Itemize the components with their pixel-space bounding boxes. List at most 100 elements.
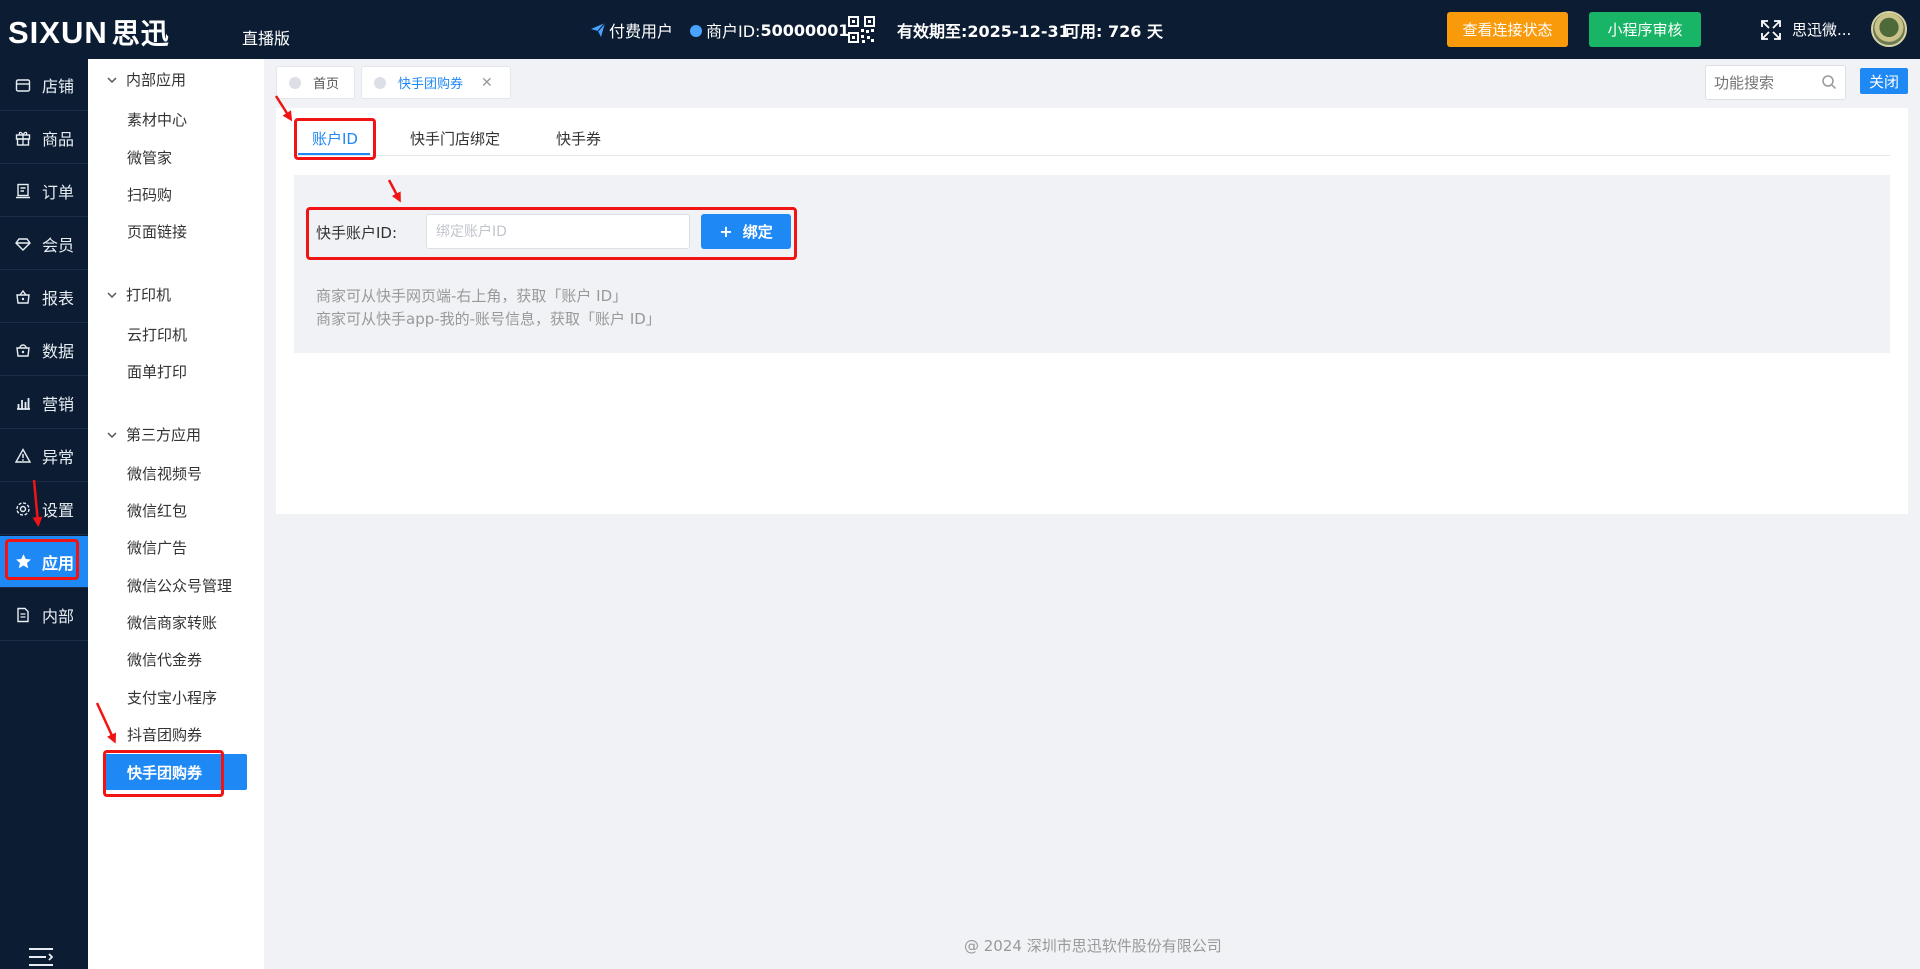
nav-item-goods[interactable]: 商品 [0, 112, 88, 164]
submenu-item-cloud-printer[interactable]: 云打印机 [127, 324, 187, 345]
submenu-item-alipay-mini[interactable]: 支付宝小程序 [127, 687, 217, 708]
nav-label: 设置 [42, 500, 75, 520]
hint-text: 商家可从快手app-我的-账号信息，获取「账户 ID」 [316, 310, 661, 328]
submenu-item-douyin-coupon[interactable]: 抖音团购券 [127, 724, 202, 745]
nav-item-reports[interactable]: 报表 [0, 271, 88, 323]
chevron-down-icon [107, 291, 117, 298]
available-days-value: 726 天 [1107, 22, 1163, 41]
user-type-label: 付费用户 [609, 22, 674, 41]
search-icon[interactable] [1821, 74, 1837, 90]
submenu-item-wei-manager[interactable]: 微管家 [127, 147, 172, 168]
order-icon [13, 181, 33, 201]
store-icon [13, 75, 33, 95]
nav-item-marketing[interactable]: 营销 [0, 377, 88, 429]
view-connection-status-button[interactable]: 查看连接状态 [1447, 12, 1568, 47]
merchant-id: 商户ID: 50000001 [688, 18, 850, 42]
nav-item-orders[interactable]: 订单 [0, 165, 88, 217]
group-title-label: 第三方应用 [126, 426, 202, 444]
page-tab-kuaishou-coupon[interactable]: 快手团购券 ✕ [361, 66, 511, 99]
nav-label: 店铺 [42, 76, 75, 96]
nav-label: 数据 [42, 341, 75, 361]
expiry-label: 有效期至: [897, 22, 968, 41]
expiry-date-value: 2025-12-31 [967, 22, 1070, 41]
tab-dot-icon [374, 76, 386, 89]
group-third-party[interactable]: 第三方应用 [106, 424, 201, 445]
bar-chart-icon [13, 393, 33, 413]
gift-icon [13, 128, 33, 148]
top-header: SIXUN 思迅 直播版 付费用户 商户ID: 50000001 有效期至:2025… [0, 0, 1920, 59]
submenu-item-wechat-redpacket[interactable]: 微信红包 [127, 500, 187, 521]
document-icon [13, 605, 33, 625]
user-type: 付费用户 [590, 18, 673, 42]
mini-program-review-button[interactable]: 小程序审核 [1589, 12, 1701, 47]
annotation-box-kuaishou-menu [103, 750, 224, 797]
nav-label: 订单 [42, 182, 75, 202]
bag-icon [13, 340, 33, 360]
tab-dot-icon [289, 76, 301, 89]
nav-item-data[interactable]: 数据 [0, 324, 88, 376]
menu-collapse-icon[interactable] [28, 947, 54, 967]
nav-label: 报表 [42, 288, 75, 308]
nav-item-store[interactable]: 店铺 [0, 59, 88, 111]
app-submenu: 内部应用 素材中心 微管家 扫码购 页面链接 打印机 云打印机 面单打印 第三方… [88, 59, 264, 969]
group-internal-apps[interactable]: 内部应用 [106, 69, 186, 90]
nav-label: 会员 [42, 235, 75, 255]
tab-store-binding[interactable]: 快手门店绑定 [410, 128, 500, 149]
qr-code-icon[interactable] [848, 16, 875, 43]
submenu-item-page-links[interactable]: 页面链接 [127, 221, 187, 242]
nav-label: 商品 [42, 129, 75, 149]
nav-label: 异常 [42, 447, 75, 467]
tab-kuaishou-coupon[interactable]: 快手券 [556, 128, 601, 149]
logo-text: SIXUN [8, 15, 108, 50]
group-printers[interactable]: 打印机 [106, 284, 171, 305]
nav-label: 内部 [42, 606, 75, 626]
page-tab-label: 首页 [313, 77, 340, 92]
nav-item-internal[interactable]: 内部 [0, 589, 88, 641]
group-title-label: 内部应用 [126, 71, 187, 89]
annotation-box-account-tab [294, 118, 376, 160]
submenu-item-wechat-official[interactable]: 微信公众号管理 [127, 575, 232, 596]
sixun-logo[interactable]: SIXUN 思迅 [8, 12, 170, 52]
submenu-item-wechat-transfer[interactable]: 微信商家转账 [127, 612, 217, 633]
diamond-icon [13, 234, 33, 254]
available-days: 可用: 726 天 [1064, 18, 1163, 42]
nav-label: 营销 [42, 394, 75, 414]
logo-cn-text: 思迅 [111, 17, 170, 50]
submenu-item-wechat-channels[interactable]: 微信视频号 [127, 463, 202, 484]
submenu-item-scan-buy[interactable]: 扫码购 [127, 184, 172, 205]
close-icon[interactable]: ✕ [481, 75, 493, 91]
nav-item-members[interactable]: 会员 [0, 218, 88, 270]
page-tabs-bar [264, 59, 1920, 108]
warning-icon [13, 446, 33, 466]
submenu-item-wechat-voucher[interactable]: 微信代金券 [127, 649, 202, 670]
page-tab-home[interactable]: 首页 [276, 66, 355, 99]
footer-copyright: @ 2024 深圳市思迅软件股份有限公司 [964, 937, 1222, 955]
paper-plane-icon [591, 22, 606, 37]
annotation-box-bind-form [306, 207, 797, 260]
fullscreen-icon[interactable] [1760, 19, 1782, 41]
submenu-item-waybill-print[interactable]: 面单打印 [127, 361, 187, 382]
available-label: 可用: [1064, 22, 1103, 41]
hint-text: 商家可从快手网页端-右上角，获取「账户 ID」 [316, 287, 628, 305]
main-sidebar: 店铺 商品 订单 会员 报表 数据 营销 异常 设置 应用 内部 [0, 59, 88, 969]
nav-item-exceptions[interactable]: 异常 [0, 430, 88, 482]
merchant-label: 商户ID: [706, 22, 761, 41]
username[interactable]: 思迅微... [1792, 19, 1851, 40]
tabs-divider [294, 155, 1890, 156]
expiry-date: 有效期至:2025-12-31 [897, 18, 1070, 42]
edition-label: 直播版 [242, 29, 291, 48]
submenu-item-wechat-ads[interactable]: 微信广告 [127, 537, 187, 558]
nav-item-settings[interactable]: 设置 [0, 483, 88, 535]
gear-icon [13, 499, 33, 519]
submenu-item-materials[interactable]: 素材中心 [127, 109, 187, 130]
merchant-id-value: 50000001 [760, 20, 850, 40]
annotation-box-apps [5, 539, 79, 580]
chevron-down-icon [107, 76, 117, 83]
group-title-label: 打印机 [126, 286, 172, 304]
avatar[interactable] [1871, 11, 1907, 47]
drop-icon [690, 25, 702, 37]
page-tab-label: 快手团购券 [398, 77, 464, 92]
chevron-down-icon [107, 431, 117, 438]
close-tabs-button[interactable]: 关闭 [1860, 68, 1908, 94]
basket-icon [13, 287, 33, 307]
